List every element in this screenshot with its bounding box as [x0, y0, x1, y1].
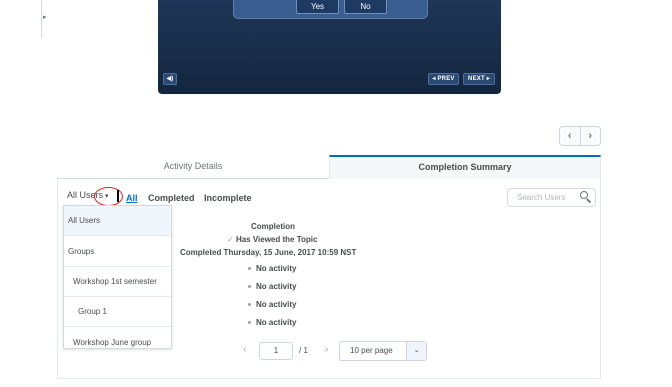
page-next-button[interactable]: ›: [325, 344, 328, 355]
filter-all[interactable]: All: [126, 193, 138, 203]
search-placeholder: Search Users: [517, 193, 566, 202]
dropdown-option-all-users[interactable]: All Users: [64, 206, 171, 236]
list-item: No activity: [248, 264, 296, 273]
activity-status: No activity: [256, 318, 297, 327]
next-slide-button[interactable]: NEXT ▸: [463, 73, 495, 85]
confirm-dialog: Yes No: [233, 0, 428, 19]
filter-incomplete[interactable]: Incomplete: [204, 193, 252, 203]
previous-button[interactable]: ‹: [560, 127, 580, 145]
speaker-icon: ◀): [166, 76, 174, 82]
list-item: No activity: [248, 318, 296, 327]
search-icon[interactable]: [580, 191, 588, 199]
viewed-status: ✓ Has Viewed the Topic: [227, 235, 317, 244]
page-prev-button[interactable]: ‹: [243, 344, 246, 355]
yes-button[interactable]: Yes: [296, 0, 339, 14]
page-number-input[interactable]: 1: [259, 342, 293, 360]
list-item: No activity: [248, 282, 296, 291]
page-total: / 1: [299, 346, 308, 355]
bullet-icon: [248, 321, 251, 325]
completion-heading: Completion: [251, 222, 295, 231]
checkmark-icon: ✓: [227, 235, 236, 244]
bullet-icon: [248, 285, 251, 289]
bullet-icon: [248, 303, 251, 307]
completed-date: Completed Thursday, 15 June, 2017 10:59 …: [180, 248, 357, 257]
volume-button[interactable]: ◀): [163, 73, 177, 85]
dropdown-option-groups[interactable]: Groups: [64, 237, 171, 267]
text-cursor: [117, 190, 119, 202]
chevron-down-icon: ⌄: [406, 342, 426, 360]
activity-status: No activity: [256, 264, 297, 273]
dropdown-option-workshop-june-group[interactable]: Workshop June group: [64, 328, 171, 348]
sidebar-collapse-handle[interactable]: ▸: [41, 0, 49, 38]
no-button[interactable]: No: [344, 0, 387, 14]
list-item: No activity: [248, 300, 296, 309]
tab-completion-summary[interactable]: Completion Summary: [329, 155, 601, 179]
viewed-text: Has Viewed the Topic: [235, 235, 318, 244]
next-button[interactable]: ›: [579, 127, 601, 145]
search-users-input[interactable]: Search Users: [507, 188, 596, 207]
pager-buttons: ‹ ›: [559, 126, 601, 146]
bullet-icon: [248, 267, 251, 271]
activity-status: No activity: [256, 300, 297, 309]
prev-slide-button[interactable]: ◂ PREV: [428, 73, 459, 85]
activity-status: No activity: [256, 282, 297, 291]
filter-completed[interactable]: Completed: [148, 193, 195, 203]
users-dropdown-menu: All Users Groups Workshop 1st semester G…: [63, 205, 172, 349]
tab-activity-details[interactable]: Activity Details: [57, 155, 329, 179]
dropdown-option-workshop-1st-semester[interactable]: Workshop 1st semester: [64, 267, 171, 297]
per-page-select[interactable]: 10 per page ⌄: [339, 341, 427, 361]
chevron-right-icon: ▸: [43, 14, 47, 21]
per-page-value: 10 per page: [350, 346, 393, 355]
dropdown-option-group-1[interactable]: Group 1: [64, 297, 171, 327]
